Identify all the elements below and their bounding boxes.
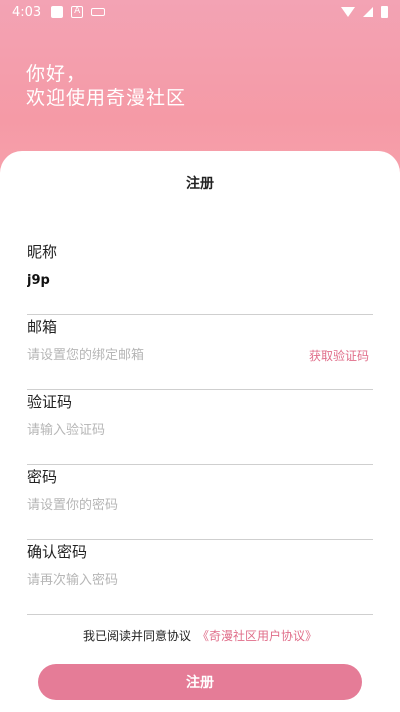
nickname-input[interactable] (27, 269, 307, 291)
page-title: 注册 (186, 176, 214, 192)
password-field: 密码 (27, 466, 373, 540)
status-bar: 4:03 A (0, 0, 400, 24)
get-code-button[interactable]: 获取验证码 (309, 347, 369, 364)
email-field: 邮箱 获取验证码 (27, 316, 373, 390)
password-input[interactable] (27, 494, 307, 516)
a-icon: A (71, 6, 84, 18)
agreement: 我已阅读并同意协议 《奇漫社区用户协议》 (0, 627, 400, 644)
register-button[interactable]: 注册 (38, 664, 362, 700)
code-field: 验证码 (27, 391, 373, 465)
confirm-password-label: 确认密码 (27, 543, 88, 561)
agreement-link[interactable]: 《奇漫社区用户协议》 (197, 629, 317, 643)
square-icon (51, 6, 64, 18)
status-time: 4:03 (12, 4, 42, 20)
code-input[interactable] (27, 419, 307, 441)
greeting-line-2: 欢迎使用奇漫社区 (26, 87, 187, 109)
password-label: 密码 (27, 468, 58, 486)
greeting-line-1: 你好， (26, 63, 87, 85)
agreement-text: 我已阅读并同意协议 (82, 629, 191, 643)
keyboard-icon (91, 8, 106, 16)
battery-icon (381, 6, 388, 18)
wifi-icon (341, 7, 355, 17)
signal-icon (363, 7, 373, 17)
nickname-field: 昵称 (27, 241, 373, 315)
email-label: 邮箱 (27, 318, 58, 336)
confirm-password-field: 确认密码 (27, 541, 373, 615)
register-card: 注册 昵称 邮箱 获取验证码 验证码 密码 确认密码 我已阅读并同意协议《奇漫社… (0, 151, 400, 712)
confirm-password-input[interactable] (27, 569, 307, 591)
code-label: 验证码 (27, 393, 73, 411)
email-input[interactable] (27, 344, 307, 366)
nickname-label: 昵称 (27, 243, 58, 261)
greeting: 你好， 欢迎使用奇漫社区 (26, 62, 186, 110)
